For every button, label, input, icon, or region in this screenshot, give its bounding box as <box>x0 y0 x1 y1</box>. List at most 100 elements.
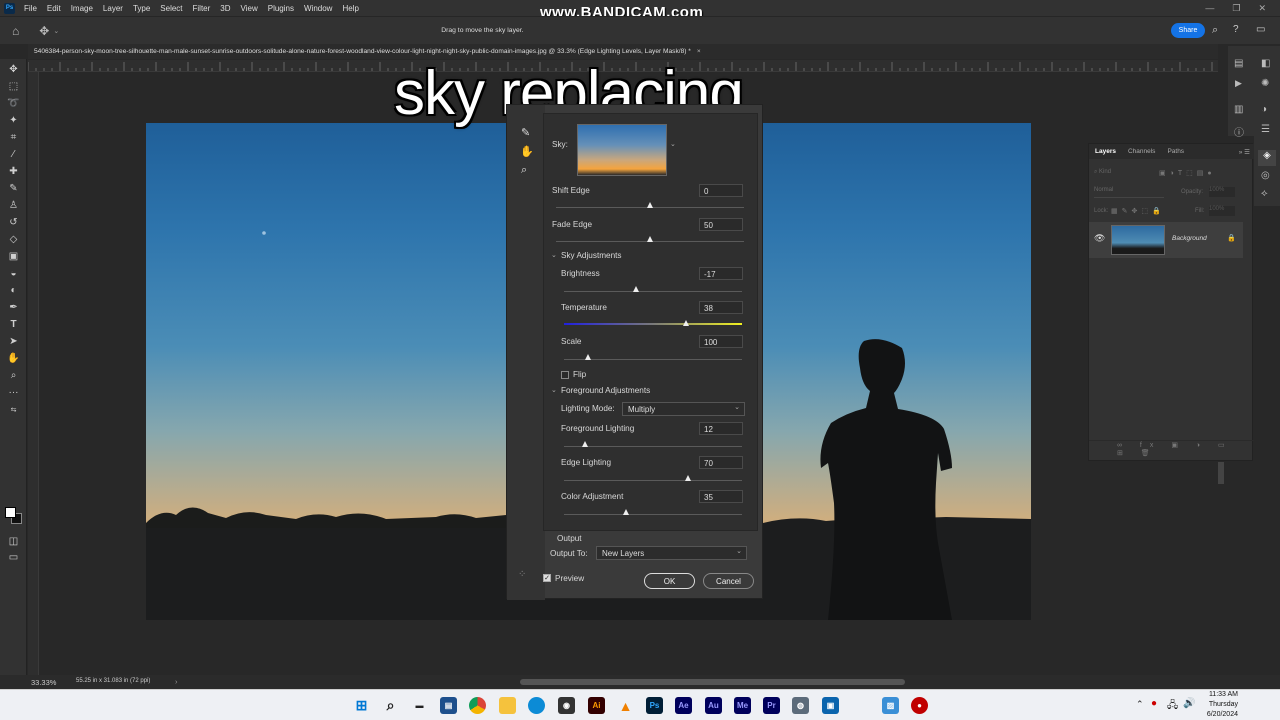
shift-edge-slider-thumb[interactable] <box>646 202 653 208</box>
hand-tool-icon[interactable]: ✋ <box>520 145 534 158</box>
menu-plugins[interactable]: Plugins <box>263 4 299 13</box>
search-icon[interactable]: ⌕ <box>1212 24 1218 37</box>
help-icon[interactable]: ? <box>1233 24 1239 35</box>
windows-start-icon[interactable]: ⊞ <box>353 697 370 714</box>
paths-icon[interactable]: ⟡ <box>1261 188 1268 199</box>
spot-healing-icon[interactable]: ✚ <box>0 163 27 180</box>
menu-image[interactable]: Image <box>66 4 98 13</box>
layer-row[interactable]: 👁 Background 🔒 <box>1089 222 1243 258</box>
photos-icon[interactable]: ▨ <box>882 697 899 714</box>
close-tab-icon[interactable]: × <box>697 48 701 55</box>
sky-brush-icon[interactable]: ✎ <box>521 126 530 139</box>
fade-edge-input[interactable]: 50 <box>699 218 743 231</box>
tab-paths[interactable]: Paths <box>1161 148 1190 155</box>
menu-help[interactable]: Help <box>337 4 363 13</box>
lasso-tool-icon[interactable]: ➰ <box>0 95 27 112</box>
info-icon[interactable]: ⓘ <box>1234 124 1244 139</box>
workspace-icon[interactable]: ▭ <box>1256 24 1265 35</box>
horizontal-scrollbar[interactable] <box>520 679 905 685</box>
shift-edge-input[interactable]: 0 <box>699 184 743 197</box>
bandicam-icon[interactable]: ● <box>911 697 928 714</box>
edge-lighting-input[interactable]: 70 <box>699 456 743 469</box>
foreground-lighting-slider-track[interactable] <box>564 446 742 447</box>
menu-select[interactable]: Select <box>155 4 187 13</box>
premiere-icon[interactable]: Pr <box>763 697 780 714</box>
color-adjustment-input[interactable]: 35 <box>699 490 743 503</box>
history-brush-icon[interactable]: ↺ <box>0 214 27 231</box>
brush-settings-icon[interactable]: ✺ <box>1261 78 1269 89</box>
foreground-lighting-slider-thumb[interactable] <box>581 441 588 447</box>
document-tab[interactable]: 5406384-person-sky-moon-tree-silhouette-… <box>28 44 1218 59</box>
temperature-input[interactable]: 38 <box>699 301 743 314</box>
collapse-icon[interactable]: » ☰ <box>1239 148 1254 156</box>
zoom-level[interactable]: 33.33% <box>31 678 56 687</box>
task-view-icon[interactable]: ▬ <box>411 697 428 714</box>
gradient-tool-icon[interactable]: ▣ <box>0 248 27 265</box>
menu-view[interactable]: View <box>236 4 263 13</box>
adjustments-icon[interactable]: ◑ <box>1261 104 1267 115</box>
pen-tool-icon[interactable]: ✒ <box>0 299 27 316</box>
layer-filter[interactable]: ⌕ Kind <box>1094 169 1154 180</box>
chevron-down-icon[interactable]: ⌄ <box>670 140 676 148</box>
brightness-slider-thumb[interactable] <box>633 286 640 292</box>
color-adjustment-slider-thumb[interactable] <box>622 509 629 515</box>
marquee-tool-icon[interactable]: ⬚ <box>0 78 27 95</box>
brightness-slider-track[interactable] <box>564 291 742 292</box>
scale-slider-thumb[interactable] <box>585 354 592 360</box>
zoom-tool-icon[interactable]: ⌕ <box>521 164 527 177</box>
hand-tool-icon[interactable]: ✋ <box>0 350 27 367</box>
restore-icon[interactable]: ❐ <box>1232 3 1240 14</box>
minimize-icon[interactable]: — <box>1205 3 1214 13</box>
clock[interactable]: 11:33 AM Thursday 6/20/2024 <box>1198 690 1238 720</box>
type-tool-icon[interactable]: T <box>0 316 27 333</box>
actions-play-icon[interactable]: ▶ <box>1235 78 1242 89</box>
path-selection-icon[interactable]: ➤ <box>0 333 27 350</box>
flip-checkbox[interactable] <box>561 371 569 379</box>
temperature-slider-track[interactable] <box>564 323 742 325</box>
menu-filter[interactable]: Filter <box>188 4 216 13</box>
cancel-button[interactable]: Cancel <box>703 573 754 589</box>
fade-edge-slider-thumb[interactable] <box>646 236 653 242</box>
foreground-color-swatch[interactable] <box>5 507 16 518</box>
tab-channels[interactable]: Channels <box>1122 148 1161 155</box>
more-tools-icon[interactable]: ··· <box>0 384 27 401</box>
foreground-adjustments-heading[interactable]: Foreground Adjustments <box>561 386 650 395</box>
sky-preset-thumbnail[interactable] <box>577 124 667 176</box>
history-icon[interactable]: ▤ <box>1234 58 1243 69</box>
file-explorer-icon[interactable] <box>499 697 516 714</box>
filter-icons[interactable]: ▣◑T⬚▤● <box>1159 169 1216 177</box>
search-icon[interactable]: ⌕ <box>382 697 399 714</box>
chevron-down-icon[interactable]: ⌄ <box>551 386 557 394</box>
sky-adjustments-heading[interactable]: Sky Adjustments <box>561 251 622 260</box>
audition-icon[interactable]: Au <box>705 697 722 714</box>
lock-icons[interactable]: ▦✎✥⬚🔒 <box>1111 207 1165 215</box>
opacity-input[interactable]: 100% <box>1209 187 1235 197</box>
lighting-mode-select[interactable]: Multiply ⌄ <box>622 402 745 416</box>
brightness-input[interactable]: -17 <box>699 267 743 280</box>
widgets-icon[interactable]: ▤ <box>440 697 457 714</box>
libraries-icon[interactable]: ▥ <box>1234 104 1243 115</box>
tray-chevron-icon[interactable]: ⌃ <box>1136 699 1144 710</box>
home-icon[interactable]: ⌂ <box>12 24 19 38</box>
menu-window[interactable]: Window <box>299 4 337 13</box>
camera-icon[interactable]: ◉ <box>558 697 575 714</box>
foreground-lighting-input[interactable]: 12 <box>699 422 743 435</box>
layers-icon[interactable]: ◈ <box>1258 150 1276 166</box>
blur-tool-icon[interactable]: ◒ <box>0 265 27 282</box>
screen-mode-icon[interactable]: ▭ <box>0 549 27 566</box>
move-tool-icon[interactable]: ✥ <box>39 24 49 38</box>
quick-mask-icon[interactable]: ◫ <box>0 533 27 550</box>
preview-checkbox[interactable]: ✓ <box>543 574 551 582</box>
color-adjustment-slider-track[interactable] <box>564 514 742 515</box>
layer-name[interactable]: Background <box>1172 235 1207 242</box>
eyedropper-icon[interactable]: ⁄ <box>0 146 27 163</box>
app-icon[interactable]: ◍ <box>792 697 809 714</box>
output-to-select[interactable]: New Layers ⌄ <box>596 546 747 560</box>
tab-layers[interactable]: Layers <box>1089 148 1122 155</box>
edge-lighting-slider-thumb[interactable] <box>685 475 692 481</box>
menu-file[interactable]: File <box>19 4 42 13</box>
brush-tool-icon[interactable]: ✎ <box>0 180 27 197</box>
properties-icon[interactable]: ☰ <box>1261 124 1270 135</box>
illustrator-icon[interactable]: Ai <box>588 697 605 714</box>
crop-tool-icon[interactable]: ⌗ <box>0 129 27 146</box>
